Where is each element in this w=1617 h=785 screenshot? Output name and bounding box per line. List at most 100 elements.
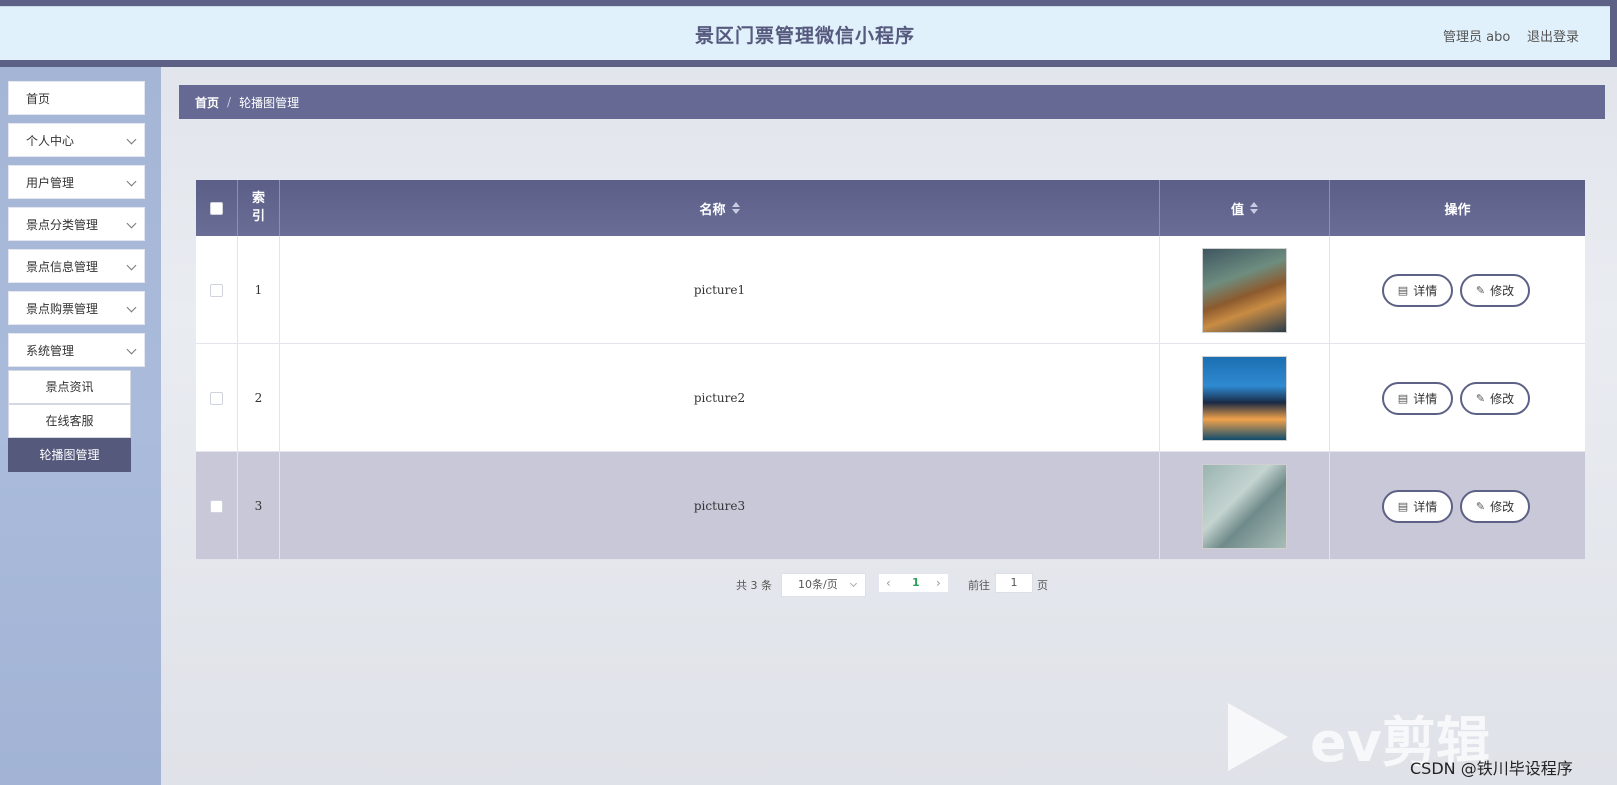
chevron-down-icon — [126, 302, 137, 313]
sidebar-item-label: 首页 — [26, 91, 51, 106]
row-actions: ▤ 详情 ✎ 修改 — [1330, 344, 1585, 452]
pencil-icon: ✎ — [1475, 284, 1486, 297]
row-checkbox[interactable] — [210, 391, 223, 405]
goto-label: 前往 — [968, 579, 990, 592]
column-header-value-label: 值 — [1230, 202, 1244, 218]
detail-button[interactable]: ▤ 详情 — [1382, 382, 1453, 415]
breadcrumb-separator: / — [227, 95, 232, 109]
row-index: 3 — [238, 452, 280, 560]
page-size-value: 10条/页 — [798, 578, 838, 591]
row-select-cell — [196, 236, 238, 344]
table-row: 3 picture3 ▤ 详情 ✎ 修改 — [196, 452, 1585, 560]
header-bar: 景区门票管理微信小程序 管理员 abo 退出登录 — [0, 6, 1610, 60]
row-index: 1 — [238, 236, 280, 344]
row-actions: ▤ 详情 ✎ 修改 — [1330, 236, 1585, 344]
sidebar-item-label: 用户管理 — [26, 175, 75, 190]
detail-button-label: 详情 — [1413, 284, 1438, 298]
detail-button-label: 详情 — [1413, 500, 1438, 514]
document-icon: ▤ — [1397, 392, 1409, 405]
row-name: picture2 — [280, 344, 1160, 452]
edit-button[interactable]: ✎ 修改 — [1460, 490, 1530, 523]
chevron-down-icon — [126, 218, 137, 229]
pencil-icon: ✎ — [1475, 392, 1486, 405]
chevron-down-icon — [126, 176, 137, 187]
app-title: 景区门票管理微信小程序 — [694, 25, 915, 47]
carousel-thumbnail-image — [1202, 247, 1287, 333]
sidebar-item-label: 景点购票管理 — [26, 301, 99, 316]
breadcrumb: 首页 / 轮播图管理 — [179, 85, 1605, 119]
select-all-cell — [196, 180, 238, 236]
column-header-value[interactable]: 值 — [1160, 180, 1330, 236]
row-select-cell — [196, 344, 238, 452]
row-value-cell — [1160, 452, 1330, 560]
carousel-thumbnail-image — [1202, 355, 1287, 441]
table-header: 索引 名称 值 操作 — [196, 180, 1585, 236]
detail-button[interactable]: ▤ 详情 — [1382, 274, 1453, 307]
chevron-down-icon — [126, 344, 137, 355]
sidebar-item-scenic-info[interactable]: 景点信息管理 — [8, 249, 145, 283]
top-header: 景区门票管理微信小程序 管理员 abo 退出登录 — [0, 0, 1617, 67]
breadcrumb-current: 轮播图管理 — [239, 95, 300, 110]
edit-button[interactable]: ✎ 修改 — [1460, 382, 1530, 415]
edit-button-label: 修改 — [1490, 500, 1515, 514]
edit-button-label: 修改 — [1490, 392, 1515, 406]
sidebar-item-scenic-category[interactable]: 景点分类管理 — [8, 207, 145, 241]
page-number[interactable]: 1 — [912, 576, 920, 589]
column-header-name[interactable]: 名称 — [280, 180, 1160, 236]
document-icon: ▤ — [1397, 500, 1409, 513]
detail-button[interactable]: ▤ 详情 — [1382, 490, 1453, 523]
chevron-down-icon — [126, 260, 137, 271]
pagination-total: 共 3 条 — [736, 579, 772, 592]
column-header-name-label: 名称 — [699, 202, 726, 218]
row-checkbox[interactable] — [210, 283, 223, 297]
page-nav: ‹ 1 › — [878, 573, 949, 593]
sidebar-item-label: 景点信息管理 — [26, 259, 99, 274]
column-header-actions: 操作 — [1444, 202, 1471, 218]
edit-button[interactable]: ✎ 修改 — [1460, 274, 1530, 307]
pencil-icon: ✎ — [1475, 500, 1486, 513]
row-name: picture3 — [280, 452, 1160, 560]
row-value-cell — [1160, 236, 1330, 344]
next-page-icon[interactable]: › — [936, 576, 941, 590]
sidebar-item-home[interactable]: 首页 — [8, 81, 145, 115]
goto-page-input[interactable]: 1 — [995, 573, 1033, 593]
column-header-index: 索引 — [238, 180, 280, 236]
sidebar-item-label: 系统管理 — [26, 343, 75, 358]
table-row: 1 picture1 ▤ 详情 ✎ 修改 — [196, 236, 1585, 344]
page-suffix-label: 页 — [1037, 579, 1048, 592]
sidebar-item-ticket-purchase[interactable]: 景点购票管理 — [8, 291, 145, 325]
sidebar-subitem-carousel[interactable]: 轮播图管理 — [8, 438, 131, 472]
logout-link[interactable]: 退出登录 — [1527, 26, 1579, 45]
page-size-select[interactable]: 10条/页 — [781, 573, 866, 597]
sort-icon[interactable] — [1250, 202, 1258, 214]
sidebar-subitem-online-service[interactable]: 在线客服 — [8, 404, 131, 438]
sort-icon[interactable] — [731, 202, 740, 214]
document-icon: ▤ — [1397, 284, 1409, 297]
pagination: 共 3 条 10条/页 ‹ 1 › 前往 1 页 — [0, 573, 1617, 597]
row-checkbox[interactable] — [210, 499, 223, 513]
detail-button-label: 详情 — [1413, 392, 1438, 406]
row-select-cell — [196, 452, 238, 560]
edit-button-label: 修改 — [1490, 284, 1515, 298]
chevron-down-icon — [126, 134, 137, 145]
select-all-checkbox[interactable] — [210, 201, 223, 215]
carousel-thumbnail-image — [1202, 463, 1287, 549]
sidebar-subitem-news[interactable]: 景点资讯 — [8, 370, 131, 404]
sidebar-item-user-management[interactable]: 用户管理 — [8, 165, 145, 199]
current-user-label: 管理员 abo — [1443, 30, 1511, 45]
sidebar: 首页 个人中心 用户管理 景点分类管理 景点信息管理 景点购票管理 系统管理 景… — [0, 67, 161, 785]
breadcrumb-home-link[interactable]: 首页 — [195, 94, 219, 111]
table-row: 2 picture2 ▤ 详情 ✎ 修改 — [196, 344, 1585, 452]
sidebar-item-label: 个人中心 — [26, 133, 75, 148]
row-value-cell — [1160, 344, 1330, 452]
csdn-watermark: CSDN @铁川毕设程序 — [1410, 759, 1573, 778]
ev-play-logo-icon — [1228, 703, 1288, 771]
sidebar-item-label: 景点分类管理 — [26, 217, 99, 232]
row-name: picture1 — [280, 236, 1160, 344]
row-index: 2 — [238, 344, 280, 452]
row-actions: ▤ 详情 ✎ 修改 — [1330, 452, 1585, 560]
prev-page-icon[interactable]: ‹ — [886, 576, 891, 590]
chevron-down-icon — [849, 579, 858, 588]
sidebar-item-system-management[interactable]: 系统管理 — [8, 333, 145, 367]
sidebar-item-personal-center[interactable]: 个人中心 — [8, 123, 145, 157]
